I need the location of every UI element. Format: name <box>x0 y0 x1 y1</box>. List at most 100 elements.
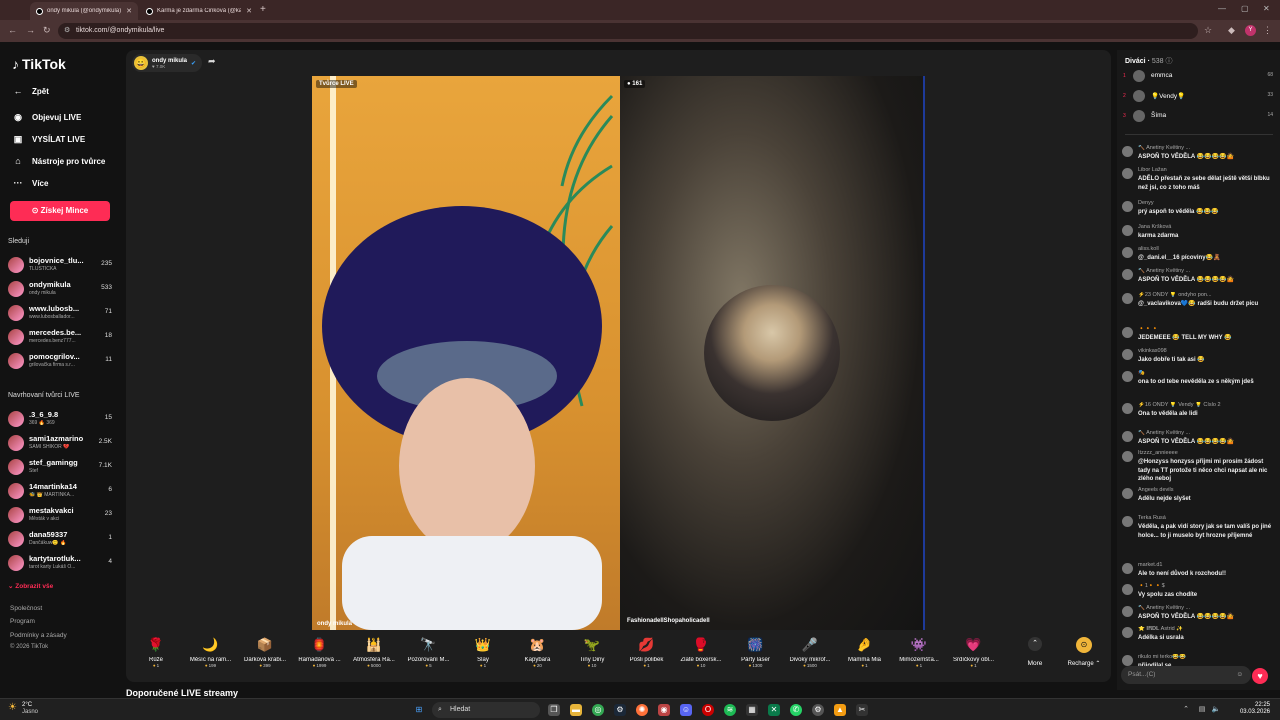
chat-username[interactable]: 🔸🔸🔸 <box>1138 326 1272 332</box>
chat-avatar[interactable] <box>1122 349 1133 360</box>
browser-icon[interactable]: ◉ <box>658 704 670 716</box>
chat-username[interactable]: market.d1 <box>1138 562 1272 568</box>
chat-username[interactable]: vikinkas098 <box>1138 348 1272 354</box>
chat-avatar[interactable] <box>1122 655 1133 666</box>
reload-icon[interactable]: ↻ <box>43 25 51 36</box>
extension-icon[interactable]: ◆ <box>1228 25 1235 36</box>
settings-icon[interactable]: ⚙ <box>812 704 824 716</box>
gift-item[interactable]: 🦖Tiny Diny10 <box>564 636 620 668</box>
capcut-icon[interactable]: ✂ <box>856 704 868 716</box>
chat-username[interactable]: Libor Lažan <box>1138 167 1272 173</box>
account-item[interactable]: 14martinka14 🐝 👑 MARTINKA... 6 <box>8 481 116 501</box>
gift-item[interactable]: 🔭Pozorování M...5 <box>401 636 457 668</box>
chat-avatar[interactable] <box>1122 247 1133 258</box>
weather-widget[interactable]: ☀ 2°C Jasno <box>8 702 38 716</box>
file-explorer-icon[interactable]: ▬ <box>570 704 582 716</box>
chat-username[interactable]: Angeels devils <box>1138 487 1272 493</box>
chat-avatar[interactable] <box>1122 293 1133 304</box>
gift-item[interactable]: 🎤Divoký mikrof...1500 <box>782 636 838 668</box>
chat-username[interactable]: ⚡16 ONDY 💡 Vendy 💡 Číslo 2 <box>1138 402 1272 408</box>
account-item[interactable]: ondymikula ondy mikula 533 <box>8 279 116 299</box>
account-item[interactable]: kartytarotluk... tarot karty Lukáš O... 4 <box>8 553 116 573</box>
chat-avatar[interactable] <box>1122 488 1133 499</box>
chat-username[interactable]: aliss.koll <box>1138 246 1272 252</box>
gift-item[interactable]: 🤌Mamma Mia1 <box>837 636 893 668</box>
chat-username[interactable]: Itzzzz_annieeee <box>1138 450 1272 456</box>
chat-avatar[interactable] <box>1122 627 1133 638</box>
chat-username[interactable]: 🔨 Anetiny Květiny ... <box>1138 605 1272 611</box>
footer-program[interactable]: Program <box>10 618 35 625</box>
emoji-icon[interactable]: ☺ <box>1236 666 1243 684</box>
chat-avatar[interactable] <box>1122 225 1133 236</box>
chat-avatar[interactable] <box>1122 371 1133 382</box>
gift-item[interactable]: 📦Dárková krabi...399 <box>237 636 293 668</box>
steam-icon[interactable]: ⚙ <box>614 704 626 716</box>
guest-camera-bubble[interactable] <box>704 285 840 421</box>
window-close-icon[interactable]: ✕ <box>1263 4 1270 13</box>
chat-username[interactable]: 🔨 Anetiny Květiny ... <box>1138 430 1272 436</box>
opera-icon[interactable]: O <box>702 704 714 716</box>
chat-username[interactable]: ⭐ 𝐈𝐑𝐃𝐋 Astrid ✨ <box>1138 626 1272 633</box>
nav-creator-tools[interactable]: ⌂ Nástroje pro tvůrce <box>12 156 105 166</box>
close-icon[interactable]: ✕ <box>126 7 132 15</box>
account-item[interactable]: dana59337 Dančákuw🙂 🔥 1 <box>8 529 116 549</box>
account-item[interactable]: bojovnice_tlu... TLUSTÍČKA 235 <box>8 255 116 275</box>
footer-terms[interactable]: Podmínky a zásady <box>10 632 67 639</box>
new-tab-icon[interactable]: + <box>260 4 266 15</box>
gift-item[interactable]: 🎆Párty laser1300 <box>728 636 784 668</box>
chat-username[interactable]: 🔨 Anetiny Květiny ... <box>1138 145 1272 151</box>
site-info-icon[interactable]: ⚙ <box>64 23 70 39</box>
account-item[interactable]: mercedes.be... mercedes.benz777... 18 <box>8 327 116 347</box>
chat-avatar[interactable] <box>1122 563 1133 574</box>
chat-avatar[interactable] <box>1122 269 1133 280</box>
gift-item[interactable]: 👾Mimozemšťa...1 <box>891 636 947 668</box>
xbox-icon[interactable]: ✕ <box>768 704 780 716</box>
account-item[interactable]: .3_6_9.8 369 🔥 369 15 <box>8 409 116 429</box>
chat-username[interactable]: ⚡23 ONDY 💡 ondyho pon... <box>1138 292 1272 298</box>
chrome-icon[interactable]: ◎ <box>592 704 604 716</box>
task-view-icon[interactable]: ❐ <box>548 704 560 716</box>
bookmark-star-icon[interactable]: ☆ <box>1204 25 1212 36</box>
gift-item[interactable]: 👑Slay1 <box>455 636 511 668</box>
top-viewer-row[interactable]: 1 emmca 68 <box>1123 70 1273 84</box>
chat-avatar[interactable] <box>1122 516 1133 527</box>
network-icon[interactable]: ▤ <box>1196 704 1208 716</box>
gift-item[interactable]: 🏮Ramadánová ...1999 <box>292 636 348 668</box>
chat-username[interactable]: 🔨 Anetiny Květiny ... <box>1138 268 1272 274</box>
vlc-icon[interactable]: ▲ <box>834 704 846 716</box>
chat-username[interactable]: 🔸1🔸🔸$ <box>1138 583 1272 589</box>
chat-avatar[interactable] <box>1122 606 1133 617</box>
account-item[interactable]: www.lubosb... www.lubosballador... 71 <box>8 303 116 323</box>
nav-go-live[interactable]: ▣ VYSÍLAT LIVE <box>12 134 85 145</box>
maximize-icon[interactable]: ▢ <box>1241 4 1249 13</box>
chat-username[interactable]: Denyy <box>1138 200 1272 206</box>
chat-username[interactable]: rikulo mi terko😂😂 <box>1138 654 1272 660</box>
gift-item[interactable]: 🐹Kapybara20 <box>510 636 566 668</box>
chat-avatar[interactable] <box>1122 584 1133 595</box>
tab-ondymikula[interactable]: ondy mikula (@ondymikula) - TikTok ✕ <box>30 2 138 20</box>
chat-avatar[interactable] <box>1122 327 1133 338</box>
back-icon[interactable]: ← <box>8 25 17 35</box>
back-link[interactable]: ← Zpět <box>12 86 49 96</box>
forward-icon[interactable]: → <box>26 25 35 35</box>
account-item[interactable]: pomocgrilov... grilovačka firma s.r... 11 <box>8 351 116 371</box>
like-heart-icon[interactable]: ♥ <box>1252 668 1268 684</box>
more-gifts-button[interactable]: ⌃ More <box>1024 637 1046 667</box>
recharge-button[interactable]: ⊙ Recharge ⌃ <box>1066 637 1102 667</box>
tiktok-logo[interactable]: ♪ TikTok <box>12 56 66 72</box>
host-badge[interactable]: 😀 ondy mikula ♥ 7.0K ✔ <box>132 54 203 72</box>
share-icon[interactable]: ➦ <box>208 56 216 67</box>
stream-left-video[interactable]: Tvůrce LIVE ondy mikula <box>312 76 620 630</box>
nav-more[interactable]: ··· Více <box>12 178 49 188</box>
app-icon[interactable]: ▦ <box>746 704 758 716</box>
gift-item[interactable]: 🌹Růže1 <box>128 636 184 668</box>
chat-username[interactable]: Jana Kršková <box>1138 224 1272 230</box>
get-coins-button[interactable]: ⊙ Získej Mince <box>10 201 110 221</box>
chat-username[interactable]: 🎭 <box>1138 370 1272 376</box>
account-item[interactable]: sami1azmarino SAMI SHIKOR 💔 2.5K <box>8 433 116 453</box>
account-item[interactable]: stef_gamingg Stef 7.1K <box>8 457 116 477</box>
show-all-link[interactable]: ⌄ Zobrazit vše <box>8 582 53 590</box>
top-viewer-row[interactable]: 3 Šíma 14 <box>1123 110 1273 124</box>
chat-avatar[interactable] <box>1122 451 1133 462</box>
chat-username[interactable]: Terka Rusá <box>1138 515 1272 521</box>
